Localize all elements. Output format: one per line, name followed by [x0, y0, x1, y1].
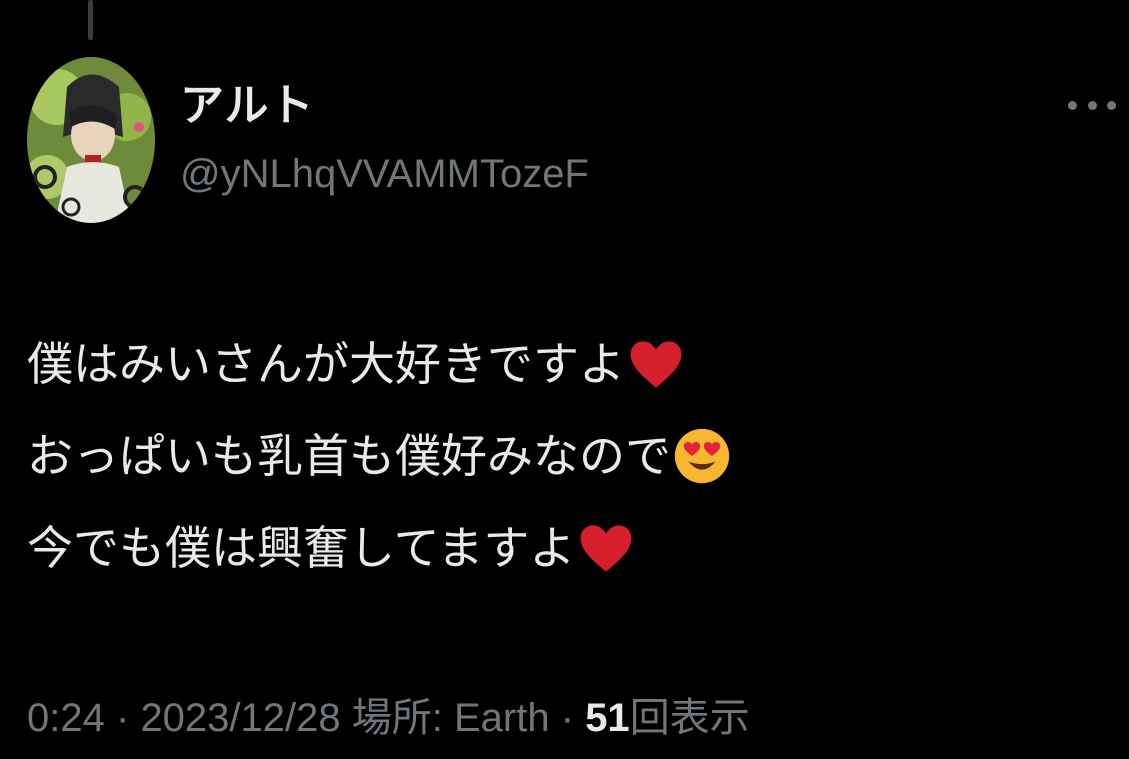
tweet-line-text: おっぱいも乳首も僕好みなので — [27, 429, 671, 483]
meta-separator: · — [560, 696, 575, 740]
more-dot — [1068, 100, 1077, 110]
more-options-icon[interactable] — [1068, 95, 1116, 115]
tweet-location: 場所: Earth — [351, 696, 550, 740]
avatar[interactable] — [27, 57, 155, 223]
view-count-label[interactable]: 回表示 — [630, 696, 750, 740]
red-heart-icon — [627, 335, 685, 393]
tweet-line: 僕はみいさんが大好きですよ — [27, 318, 1107, 410]
tweet-date[interactable]: 2023/12/28 — [140, 696, 340, 740]
tweet-line-text: 僕はみいさんが大好きですよ — [27, 337, 625, 391]
thread-connector-line — [88, 0, 93, 40]
tweet-line-text: 今でも僕は興奮してますよ — [27, 521, 576, 575]
more-dot — [1107, 100, 1116, 110]
tweet-line: 今でも僕は興奮してますよ — [27, 502, 1107, 594]
more-dot — [1087, 100, 1097, 110]
heart-eyes-face-icon — [673, 427, 731, 485]
avatar-image — [27, 57, 155, 223]
tweet-time[interactable]: 0:24 — [27, 696, 105, 740]
tweet-line: おっぱいも乳首も僕好みなので — [27, 410, 1107, 502]
meta-separator: · — [115, 696, 130, 740]
author-display-name[interactable]: アルト — [180, 80, 315, 132]
tweet-meta: 0:24 · 2023/12/28 場所: Earth · 51回表示 — [27, 692, 750, 744]
view-count[interactable]: 51 — [585, 696, 630, 740]
tweet-text: 僕はみいさんが大好きですよ おっぱいも乳首も僕好みなので 今でも僕は興奮してます… — [27, 318, 1107, 594]
red-heart-icon — [577, 519, 635, 577]
author-handle[interactable]: @yNLhqVVAMMTozeF — [180, 150, 589, 198]
